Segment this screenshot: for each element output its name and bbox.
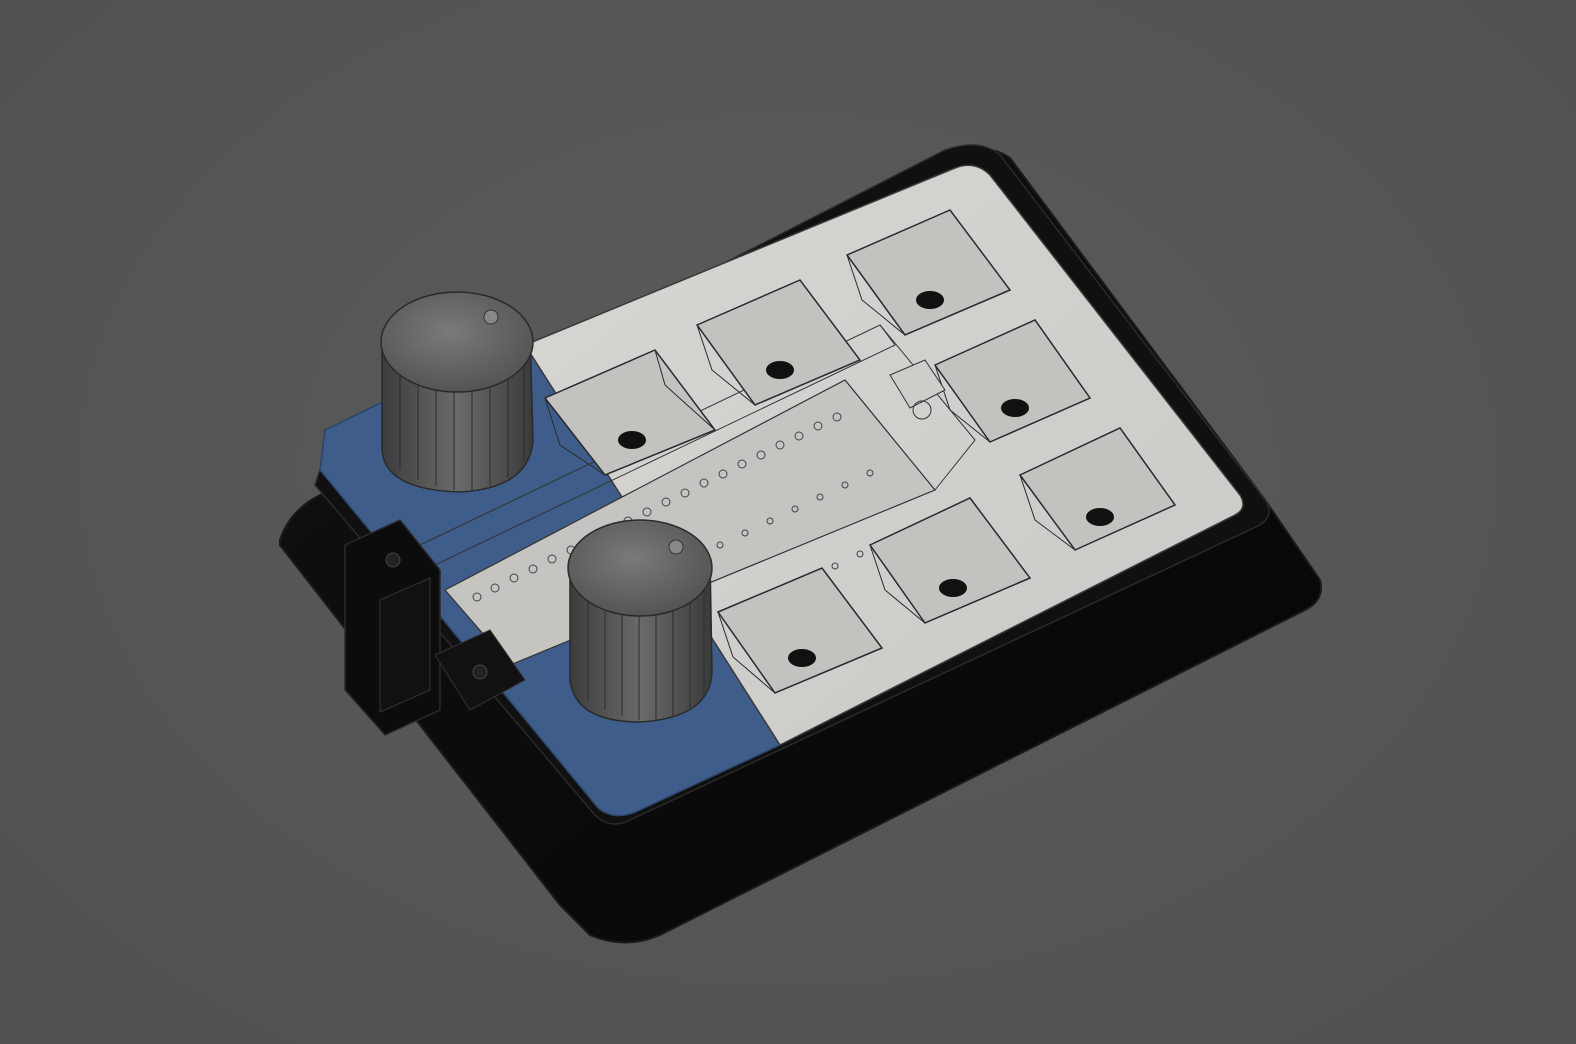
rotary-knob-2[interactable] bbox=[567, 519, 713, 723]
rotary-knob-1[interactable] bbox=[380, 291, 534, 493]
macropad-model bbox=[279, 144, 1322, 944]
3d-viewport[interactable] bbox=[0, 0, 1576, 1044]
